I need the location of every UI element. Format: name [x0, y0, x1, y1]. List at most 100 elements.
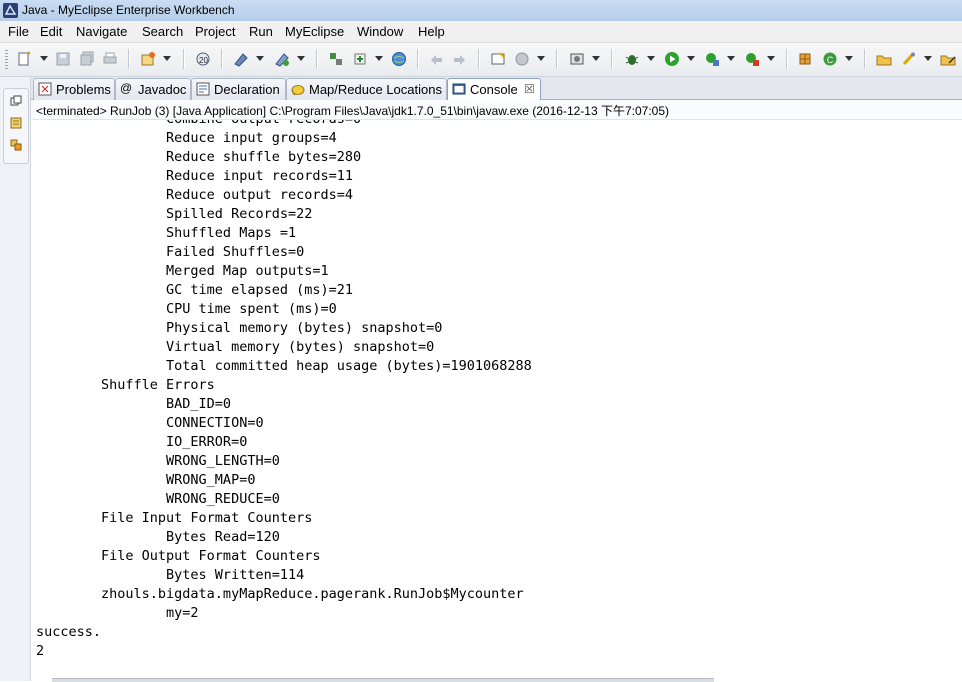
- console-line: Physical memory (bytes) snapshot=0: [36, 320, 443, 336]
- debug-icon[interactable]: [624, 51, 640, 67]
- search-icon[interactable]: [901, 51, 917, 67]
- tab-label: Console: [470, 82, 518, 97]
- console-line: File Output Format Counters: [36, 548, 321, 564]
- console-icon: [452, 83, 466, 95]
- menu-window[interactable]: Window: [357, 24, 403, 39]
- console-line: Total committed heap usage (bytes)=19010…: [36, 358, 532, 374]
- menu-help[interactable]: Help: [418, 24, 445, 39]
- main-toolbar: 20 C: [0, 43, 962, 77]
- console-line: success.: [36, 624, 102, 640]
- console-line: CPU time spent (ms)=0: [36, 301, 337, 317]
- run-dropdown-icon[interactable]: [687, 56, 695, 61]
- server-dropdown-icon[interactable]: [297, 56, 305, 61]
- edit-icon[interactable]: [940, 51, 956, 67]
- search-dropdown-icon[interactable]: [924, 56, 932, 61]
- debug-dropdown-icon[interactable]: [647, 56, 655, 61]
- tab-label: Map/Reduce Locations: [309, 82, 442, 97]
- elephant-icon: [291, 85, 305, 96]
- deploy-dropdown-icon[interactable]: [256, 56, 264, 61]
- class-dropdown-icon[interactable]: [845, 56, 853, 61]
- new-package-icon[interactable]: [352, 51, 368, 67]
- run-ext-tools-icon[interactable]: [328, 51, 344, 67]
- console-line: my=2: [36, 605, 199, 621]
- menu-run[interactable]: Run: [249, 24, 273, 39]
- open-perspective-icon[interactable]: [490, 51, 506, 67]
- close-icon[interactable]: ☒: [524, 82, 535, 96]
- menu-search[interactable]: Search: [142, 24, 183, 39]
- horizontal-scrollbar[interactable]: [52, 678, 714, 682]
- console-status-line: <terminated> RunJob (3) [Java Applicatio…: [31, 100, 962, 120]
- tab-map-reduce-locations[interactable]: Map/Reduce Locations: [286, 78, 447, 100]
- new-icon[interactable]: [16, 51, 32, 67]
- view-tab-strip: Problems @ Javadoc Declaration Map/Reduc…: [31, 77, 962, 101]
- coverage-dropdown-icon[interactable]: [727, 56, 735, 61]
- image-dropdown-icon[interactable]: [592, 56, 600, 61]
- console-line: Virtual memory (bytes) snapshot=0: [36, 339, 435, 355]
- package-dropdown-icon[interactable]: [375, 56, 383, 61]
- console-line: IO_ERROR=0: [36, 434, 248, 450]
- tab-label: Javadoc: [138, 82, 187, 97]
- minimized-views-panel: [3, 88, 29, 164]
- new-java-class-icon[interactable]: C: [822, 51, 838, 67]
- hierarchy-icon[interactable]: [10, 139, 22, 151]
- console-line: Reduce input records=11: [36, 168, 353, 184]
- console-lines: Combine output records=0 Reduce input gr…: [36, 120, 532, 661]
- menu-file[interactable]: File: [8, 24, 29, 39]
- console-line: Bytes Written=114: [36, 567, 305, 583]
- console-line: Failed Shuffles=0: [36, 244, 305, 260]
- server-icon[interactable]: [274, 51, 290, 67]
- save-all-icon[interactable]: [79, 51, 95, 67]
- menu-myeclipse[interactable]: MyEclipse: [285, 24, 344, 39]
- toolbar-separator: [611, 49, 613, 69]
- console-line: Combine output records=0: [36, 120, 532, 129]
- console-line: 2: [36, 643, 45, 659]
- console-line: Shuffle Errors: [36, 377, 215, 393]
- toolbar-separator: [316, 49, 318, 69]
- console-output-area[interactable]: Combine output records=0 Reduce input gr…: [31, 120, 962, 681]
- toolbar-grip[interactable]: [5, 50, 8, 69]
- deploy-icon[interactable]: [233, 51, 249, 67]
- tab-problems[interactable]: Problems: [33, 78, 115, 100]
- menu-edit[interactable]: Edit: [40, 24, 62, 39]
- coverage-icon[interactable]: [704, 51, 720, 67]
- new-project-dropdown-icon[interactable]: [163, 56, 171, 61]
- menu-project[interactable]: Project: [195, 24, 235, 39]
- package-explorer-icon[interactable]: [10, 117, 22, 129]
- title-bar: Java - MyEclipse Enterprise Workbench: [0, 0, 962, 22]
- image-icon[interactable]: [569, 51, 585, 67]
- toolbar-separator: [786, 49, 788, 69]
- console-line: Reduce input groups=4: [36, 130, 337, 146]
- open-type-icon[interactable]: 20: [195, 51, 211, 67]
- restore-icon[interactable]: [10, 95, 22, 107]
- tab-javadoc[interactable]: @ Javadoc: [115, 78, 191, 100]
- save-icon[interactable]: [55, 51, 71, 67]
- process-status-text: <terminated> RunJob (3) [Java Applicatio…: [36, 104, 670, 118]
- declaration-icon: [196, 82, 210, 96]
- menu-navigate[interactable]: Navigate: [76, 24, 127, 39]
- tab-console[interactable]: Console ☒: [447, 78, 541, 101]
- new-project-icon[interactable]: [140, 51, 156, 67]
- globe-dropdown-icon[interactable]: [537, 56, 545, 61]
- run-ext-icon[interactable]: [744, 51, 760, 67]
- print-icon[interactable]: [102, 51, 118, 67]
- svg-text:20: 20: [199, 56, 208, 65]
- back-icon[interactable]: [428, 51, 444, 67]
- svg-text:C: C: [827, 55, 834, 65]
- console-line: Merged Map outputs=1: [36, 263, 329, 279]
- toolbar-separator: [864, 49, 866, 69]
- console-line: Shuffled Maps =1: [36, 225, 297, 241]
- new-dropdown-icon[interactable]: [40, 56, 48, 61]
- web-browser-icon[interactable]: [391, 51, 407, 67]
- forward-icon[interactable]: [452, 51, 468, 67]
- menu-bar: File Edit Navigate Search Project Run My…: [0, 21, 962, 43]
- open-folder-icon[interactable]: [876, 51, 892, 67]
- run-icon[interactable]: [664, 51, 680, 67]
- tab-declaration[interactable]: Declaration: [191, 78, 286, 100]
- run-ext-dropdown-icon[interactable]: [767, 56, 775, 61]
- tab-label: Problems: [56, 82, 111, 97]
- globe-settings-icon[interactable]: [514, 51, 530, 67]
- console-line: Reduce shuffle bytes=280: [36, 149, 362, 165]
- new-class-icon[interactable]: [797, 51, 813, 67]
- console-line: BAD_ID=0: [36, 396, 232, 412]
- toolbar-separator: [478, 49, 480, 69]
